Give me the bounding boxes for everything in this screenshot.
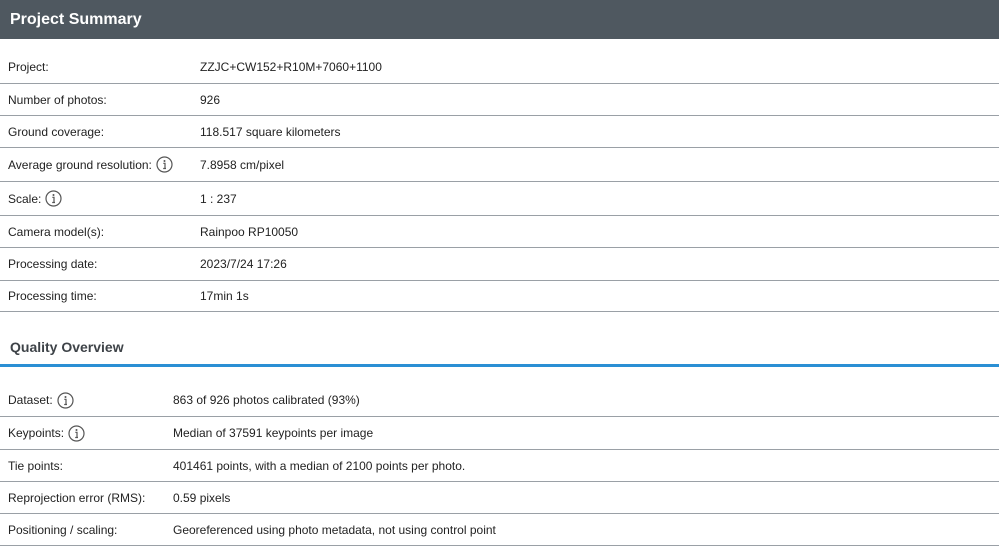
quality-row-keypoints: Keypoints: Median of 37591 keypoints per… — [0, 417, 999, 450]
row-value: 118.517 square kilometers — [200, 124, 341, 139]
report-page: Project Summary Project: ZZJC+CW152+R10M… — [0, 0, 999, 558]
row-value: 401461 points, with a median of 2100 poi… — [173, 458, 466, 473]
label-text: Project: — [8, 60, 49, 74]
label-text: Scale: — [8, 191, 42, 206]
row-value: 2023/7/24 17:26 — [200, 257, 287, 271]
row-label: Positioning / scaling: — [8, 523, 173, 537]
row-value: Rainpoo RP10050 — [200, 224, 299, 239]
project-summary-header: Project Summary — [0, 0, 999, 39]
row-label: Dataset: — [8, 391, 173, 409]
row-value: 0.59 pixels — [173, 490, 231, 505]
row-label: Keypoints: — [8, 424, 173, 442]
label-text: Camera model(s): — [8, 224, 105, 239]
row-value: 7.8958 cm/pixel — [200, 157, 285, 172]
row-label: Processing date: — [8, 257, 200, 271]
summary-row-scale: Scale: 1 : 237 — [0, 182, 999, 216]
info-icon[interactable] — [45, 190, 62, 207]
summary-row-camera-model: Camera model(s): Rainpoo RP10050 — [0, 216, 999, 248]
row-label: Camera model(s): — [8, 225, 200, 239]
row-value: 863 of 926 photos calibrated (93%) — [173, 393, 360, 407]
label-text: Average ground resolution: — [8, 157, 152, 172]
summary-row-number-of-photos: Number of photos: 926 — [0, 84, 999, 116]
summary-row-project: Project: ZZJC+CW152+R10M+7060+1100 — [0, 51, 999, 84]
row-label: Ground coverage: — [8, 125, 200, 139]
row-value: Median of 37591 keypoints per image — [173, 426, 374, 440]
row-value: 926 — [200, 92, 221, 107]
summary-row-ground-coverage: Ground coverage: 118.517 square kilomete… — [0, 116, 999, 148]
project-summary-table: Project: ZZJC+CW152+R10M+7060+1100 Numbe… — [0, 51, 999, 312]
summary-row-processing-time: Processing time: 17min 1s — [0, 281, 999, 312]
label-text: Dataset: — [8, 393, 53, 407]
row-label: Reprojection error (RMS): — [8, 491, 173, 505]
info-icon[interactable] — [68, 424, 85, 442]
info-icon[interactable] — [156, 156, 173, 173]
quality-row-reprojection-error: Reprojection error (RMS): 0.59 pixels — [0, 482, 999, 514]
label-text: Processing date: — [8, 257, 98, 271]
summary-row-processing-date: Processing date: 2023/7/24 17:26 — [0, 248, 999, 281]
row-value: 1 : 237 — [200, 191, 237, 206]
project-summary-title: Project Summary — [10, 11, 142, 28]
row-label: Number of photos: — [8, 93, 200, 107]
quality-row-dataset: Dataset: 863 of 926 photos calibrated (9… — [0, 384, 999, 417]
label-text: Positioning / scaling: — [8, 522, 118, 537]
quality-overview-title: Quality Overview — [10, 339, 124, 355]
label-text: Number of photos: — [8, 92, 107, 107]
quality-row-positioning-scaling: Positioning / scaling: Georeferenced usi… — [0, 514, 999, 546]
row-value: ZZJC+CW152+R10M+7060+1100 — [200, 60, 382, 74]
label-text: Tie points: — [8, 458, 63, 473]
label-text: Ground coverage: — [8, 124, 105, 139]
row-value: 17min 1s — [200, 289, 249, 303]
quality-row-tie-points: Tie points: 401461 points, with a median… — [0, 450, 999, 482]
row-label: Scale: — [8, 190, 200, 207]
row-label: Processing time: — [8, 289, 200, 303]
row-label: Project: — [8, 60, 200, 74]
label-text: Reprojection error (RMS): — [8, 490, 146, 505]
label-text: Processing time: — [8, 289, 97, 303]
row-label: Tie points: — [8, 459, 173, 473]
row-label: Average ground resolution: — [8, 156, 200, 173]
row-value: Georeferenced using photo metadata, not … — [173, 522, 496, 537]
summary-row-average-ground-resolution: Average ground resolution: 7.8958 cm/pix… — [0, 148, 999, 182]
info-icon[interactable] — [57, 391, 74, 409]
quality-overview-table: Dataset: 863 of 926 photos calibrated (9… — [0, 384, 999, 546]
label-text: Keypoints: — [8, 426, 65, 440]
